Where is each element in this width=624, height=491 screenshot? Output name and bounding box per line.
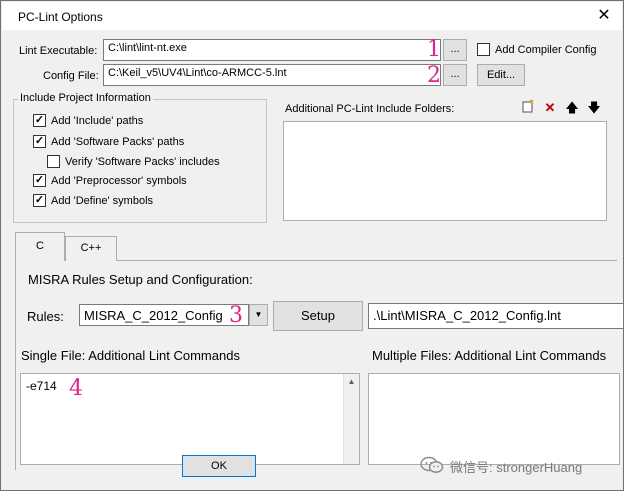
single-file-commands-value: -e714 [26, 379, 57, 393]
setup-button[interactable]: Setup [273, 301, 363, 331]
annotation-4: 4 [69, 376, 83, 401]
software-packs-paths-checkbox[interactable]: ✓ [33, 135, 46, 148]
close-icon[interactable]: ✕ [592, 5, 616, 27]
multiple-files-commands-label: Multiple Files: Additional Lint Commands [372, 348, 607, 363]
ok-button[interactable]: OK [182, 455, 256, 477]
annotation-2: 2 [427, 63, 441, 88]
include-paths-checkbox[interactable]: ✓ [33, 114, 46, 127]
verify-software-packs-label: Verify 'Software Packs' includes [65, 156, 220, 168]
verify-software-packs-checkbox[interactable] [47, 155, 60, 168]
include-folders-list[interactable] [283, 121, 607, 221]
watermark-text: 微信号: strongerHuang [450, 460, 583, 475]
annotation-3: 3 [229, 303, 243, 328]
tab-cpp[interactable]: C++ [65, 236, 117, 261]
include-project-info-legend: Include Project Information [18, 92, 153, 104]
annotation-1: 1 [427, 37, 441, 62]
software-packs-paths-label: Add 'Software Packs' paths [51, 136, 185, 148]
scroll-up-icon[interactable]: ▲ [344, 377, 359, 386]
lint-executable-label: Lint Executable: [19, 45, 98, 57]
rules-select-value: MISRA_C_2012_Config [84, 308, 223, 323]
misra-heading: MISRA Rules Setup and Configuration: [28, 272, 253, 287]
lint-executable-value: C:\lint\lint-nt.exe [108, 42, 187, 54]
rules-select[interactable]: MISRA_C_2012_Config [79, 304, 249, 326]
move-up-icon[interactable]: 🡅 [562, 99, 582, 117]
add-compiler-config-checkbox[interactable] [477, 43, 490, 56]
wechat-icon [419, 454, 445, 476]
single-file-commands-label: Single File: Additional Lint Commands [21, 348, 240, 363]
single-file-scrollbar[interactable]: ▲ [343, 374, 359, 464]
window-title: PC-Lint Options [18, 10, 103, 24]
tab-strip-line [117, 260, 617, 261]
config-file-browse-button[interactable]: ... [443, 64, 467, 86]
misra-config-path-value: .\Lint\MISRA_C_2012_Config.lnt [373, 308, 561, 323]
config-file-label: Config File: [43, 70, 99, 82]
add-compiler-config-label: Add Compiler Config [495, 44, 597, 56]
include-folders-label: Additional PC-Lint Include Folders: [285, 103, 455, 115]
pc-lint-options-dialog: PC-Lint Options ✕ Lint Executable: C:\li… [0, 0, 624, 491]
rules-dropdown-icon[interactable]: ▼ [249, 304, 268, 326]
define-symbols-label: Add 'Define' symbols [51, 195, 154, 207]
delete-folder-icon[interactable]: ✕ [540, 99, 560, 117]
config-file-value: C:\Keil_v5\UV4\Lint\co-ARMCC-5.lnt [108, 67, 287, 79]
tab-panel-left-edge [15, 260, 16, 470]
preprocessor-symbols-label: Add 'Preprocessor' symbols [51, 175, 187, 187]
misra-config-path-input[interactable]: .\Lint\MISRA_C_2012_Config.lnt [368, 303, 624, 329]
rules-label: Rules: [27, 309, 64, 324]
title-bar: PC-Lint Options ✕ [2, 2, 622, 30]
new-folder-icon[interactable] [518, 99, 538, 117]
tab-c[interactable]: C [15, 232, 65, 261]
edit-config-button[interactable]: Edit... [477, 64, 525, 86]
move-down-icon[interactable]: 🡇 [584, 99, 604, 117]
preprocessor-symbols-checkbox[interactable]: ✓ [33, 174, 46, 187]
lint-executable-input[interactable]: C:\lint\lint-nt.exe [103, 39, 441, 61]
config-file-input[interactable]: C:\Keil_v5\UV4\Lint\co-ARMCC-5.lnt [103, 64, 441, 86]
include-paths-label: Add 'Include' paths [51, 115, 144, 127]
lint-executable-browse-button[interactable]: ... [443, 39, 467, 61]
define-symbols-checkbox[interactable]: ✓ [33, 194, 46, 207]
multiple-files-commands-textarea[interactable] [368, 373, 620, 465]
